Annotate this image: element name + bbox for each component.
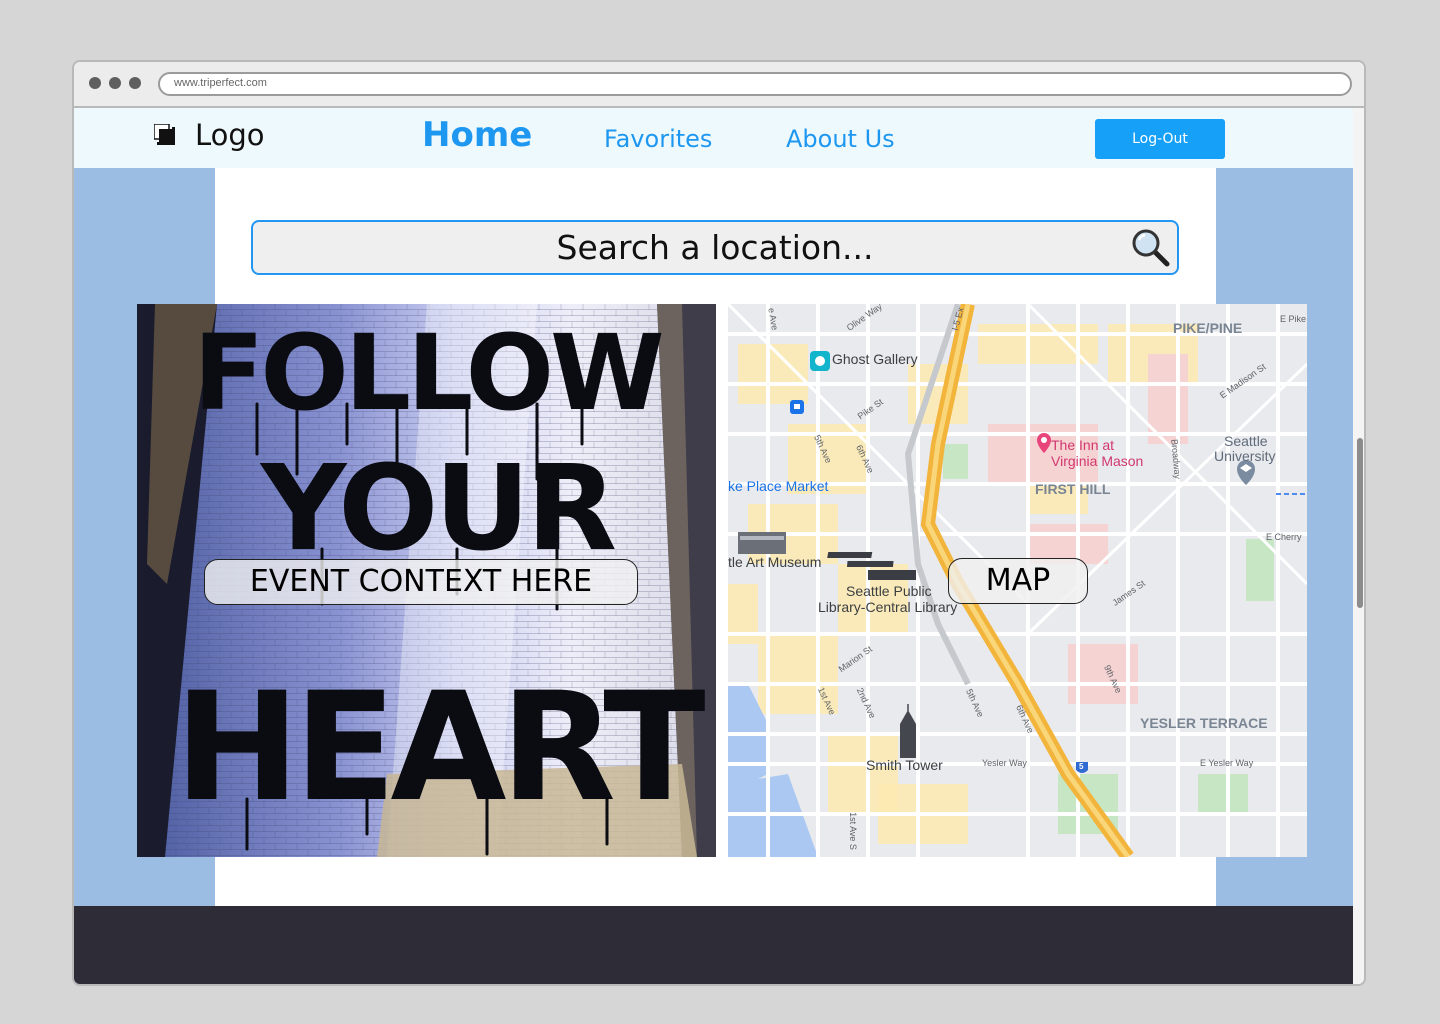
footer	[74, 906, 1353, 984]
map-label-place-market: ke Place Market	[728, 478, 829, 494]
map-card[interactable]: PIKE/PINE Ghost Gallery The Inn at Virgi…	[728, 304, 1307, 857]
mural-line-1: FOLLOW	[193, 312, 662, 434]
map-label-library-2: Library-Central Library	[818, 599, 958, 615]
magnifying-glass-icon[interactable]	[1131, 228, 1171, 268]
event-context-label[interactable]: EVENT CONTEXT HERE	[204, 559, 638, 605]
map-label-art-museum: tle Art Museum	[728, 554, 822, 570]
mural-line-3: HEART	[174, 661, 705, 835]
i5-shield-number: 5	[1079, 762, 1084, 771]
map-label-university: Seattle	[1224, 433, 1268, 449]
map-label-smith-tower: Smith Tower	[866, 757, 943, 773]
search-bar[interactable]	[251, 220, 1179, 275]
browser-window: www.triperfect.com Logo Home Favorites A…	[72, 60, 1366, 986]
street-1st-ave-s: 1st Ave S	[847, 812, 858, 850]
window-dot-maximize[interactable]	[129, 77, 141, 89]
navbar: Logo Home Favorites About Us Log-Out	[74, 108, 1353, 168]
map-label-ghost-gallery: Ghost Gallery	[832, 351, 918, 367]
logo-text[interactable]: Logo	[195, 118, 265, 152]
map-label-library: Seattle Public	[846, 583, 932, 599]
logout-button[interactable]: Log-Out	[1095, 119, 1225, 159]
address-bar[interactable]: www.triperfect.com	[158, 72, 1352, 96]
map-label-pike-pine: PIKE/PINE	[1173, 320, 1243, 336]
nav-home-link[interactable]: Home	[422, 115, 532, 155]
street-e-cherry: E Cherry	[1266, 532, 1302, 542]
map-label-first-hill: FIRST HILL	[1035, 481, 1111, 497]
map-label-university-2: University	[1214, 448, 1276, 464]
mural-line-2: YOUR	[259, 439, 615, 577]
window-dot-close[interactable]	[89, 77, 101, 89]
nav-about-link[interactable]: About Us	[786, 125, 895, 153]
url-text: www.triperfect.com	[174, 77, 267, 89]
browser-toolbar: www.triperfect.com	[74, 62, 1364, 108]
scrollbar-thumb[interactable]	[1357, 438, 1363, 608]
window-dot-minimize[interactable]	[109, 77, 121, 89]
event-card[interactable]: FOLLOW YOUR HEART EVENT CONTEXT HERE	[137, 304, 716, 857]
street-e-pike: E Pike	[1280, 314, 1307, 324]
nav-favorites-link[interactable]: Favorites	[604, 125, 712, 153]
page: Logo Home Favorites About Us Log-Out Sea…	[74, 108, 1353, 984]
logo-icon	[154, 124, 175, 145]
map-label-inn-2: Virginia Mason	[1051, 453, 1144, 469]
street-e-yesler: E Yesler Way	[1200, 758, 1254, 768]
street-yesler: Yesler Way	[982, 758, 1027, 768]
search-input[interactable]	[253, 222, 1177, 273]
map-label-pill[interactable]: MAP	[948, 558, 1088, 604]
scrollbar[interactable]	[1353, 108, 1364, 984]
map-label-inn: The Inn at	[1051, 437, 1115, 453]
map-label-yesler-terrace: YESLER TERRACE	[1140, 715, 1268, 731]
